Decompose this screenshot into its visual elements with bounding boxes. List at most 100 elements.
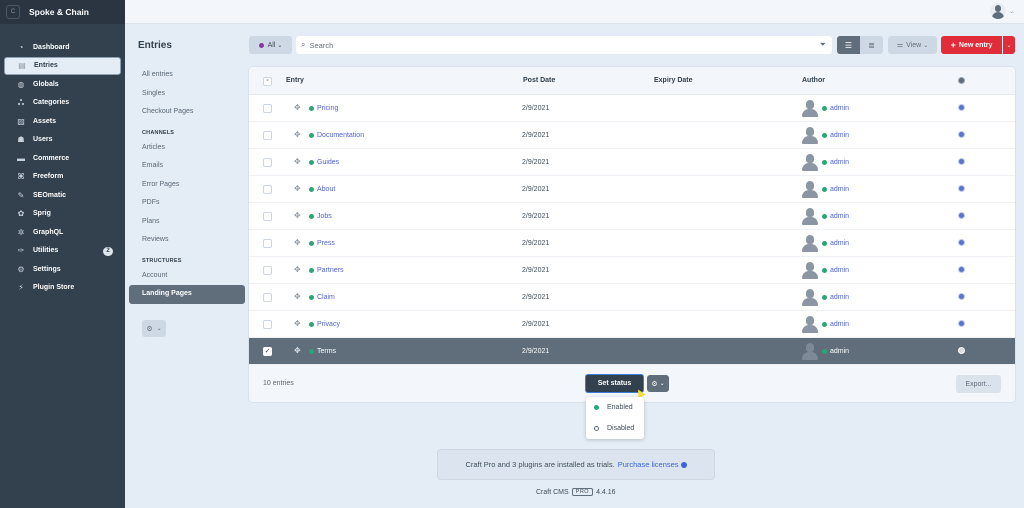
- move-handle-icon[interactable]: ✥: [294, 238, 301, 247]
- nav-item-globals[interactable]: ◍ Globals: [4, 75, 121, 94]
- move-handle-icon[interactable]: ✥: [294, 265, 301, 274]
- move-handle-icon[interactable]: ✥: [294, 103, 301, 112]
- entry-title[interactable]: Terms: [309, 348, 336, 355]
- user-avatar-icon[interactable]: [989, 3, 1006, 19]
- source-error-pages[interactable]: Error Pages: [129, 176, 245, 195]
- table-row[interactable]: ✥ About 2/9/2021 admin: [249, 176, 1015, 203]
- globe-icon[interactable]: [958, 212, 965, 219]
- site-header[interactable]: C Spoke & Chain: [0, 0, 125, 24]
- globe-icon[interactable]: [958, 239, 965, 246]
- nav-item-plugin-store[interactable]: ⚡ Plugin Store: [4, 279, 121, 298]
- move-handle-icon[interactable]: ✥: [294, 157, 301, 166]
- column-header-author[interactable]: Author: [802, 77, 825, 84]
- move-handle-icon[interactable]: ✥: [294, 130, 301, 139]
- source-emails[interactable]: Emails: [129, 157, 245, 176]
- entry-title-link[interactable]: Documentation: [317, 132, 364, 139]
- author-link[interactable]: admin: [830, 267, 849, 274]
- table-row[interactable]: ✓ ✥ Terms 2/9/2021 admin: [249, 338, 1015, 365]
- table-row[interactable]: ✥ Pricing 2/9/2021 admin: [249, 95, 1015, 122]
- nav-item-dashboard[interactable]: ◔ Dashboard: [4, 38, 121, 57]
- source-all-entries[interactable]: All entries: [129, 66, 245, 85]
- source-pdfs[interactable]: PDFs: [129, 194, 245, 213]
- author-link[interactable]: admin: [830, 159, 849, 166]
- source-singles[interactable]: Singles: [129, 85, 245, 104]
- menu-item-enabled[interactable]: Enabled: [586, 397, 644, 418]
- author-link[interactable]: admin: [830, 105, 849, 112]
- user-menu[interactable]: ⌄: [989, 3, 1014, 19]
- actions-menu-button[interactable]: ⚙ ⌄: [647, 375, 669, 392]
- globe-icon[interactable]: [958, 293, 965, 300]
- source-account[interactable]: Account: [129, 267, 245, 286]
- filter-icon[interactable]: ⏷: [820, 40, 826, 50]
- move-handle-icon[interactable]: ✥: [294, 211, 301, 220]
- nav-item-seomatic[interactable]: ✎ SEOmatic: [4, 186, 121, 205]
- globe-icon[interactable]: [958, 185, 965, 192]
- view-options-button[interactable]: ⚌ View ⌄: [888, 36, 937, 54]
- entry-title-link[interactable]: Pricing: [317, 105, 338, 112]
- author-link[interactable]: admin: [830, 132, 849, 139]
- nav-item-entries[interactable]: ▤ Entries: [4, 56, 121, 75]
- column-header-expiry-date[interactable]: Expiry Date: [654, 77, 693, 84]
- site-name[interactable]: Spoke & Chain: [29, 7, 89, 17]
- nav-item-freeform[interactable]: ⌘ Freeform: [4, 168, 121, 187]
- globe-icon[interactable]: [958, 158, 965, 165]
- entry-title-link[interactable]: Privacy: [317, 321, 340, 328]
- globe-icon[interactable]: [958, 347, 965, 354]
- entry-title[interactable]: Guides: [309, 159, 339, 166]
- author-link[interactable]: admin: [830, 213, 849, 220]
- row-checkbox[interactable]: [263, 239, 272, 248]
- row-checkbox[interactable]: [263, 131, 272, 140]
- entry-title-link[interactable]: Press: [317, 240, 335, 247]
- author-link[interactable]: admin: [830, 348, 849, 355]
- table-view-button[interactable]: ≣: [860, 36, 883, 54]
- row-checkbox[interactable]: [263, 185, 272, 194]
- entry-title[interactable]: Claim: [309, 294, 335, 301]
- column-header-post-date[interactable]: Post Date: [523, 77, 555, 84]
- entry-title-link[interactable]: Terms: [317, 348, 336, 355]
- row-checkbox[interactable]: [263, 104, 272, 113]
- globe-icon[interactable]: [958, 320, 965, 327]
- nav-item-commerce[interactable]: ▬ Commerce: [4, 149, 121, 168]
- author-link[interactable]: admin: [830, 186, 849, 193]
- status-filter-button[interactable]: All ⌄: [249, 36, 292, 54]
- source-reviews[interactable]: Reviews: [129, 231, 245, 250]
- author-link[interactable]: admin: [830, 294, 849, 301]
- structure-view-button[interactable]: ☰: [837, 36, 860, 54]
- entry-title-link[interactable]: Claim: [317, 294, 335, 301]
- entry-title[interactable]: Jobs: [309, 213, 332, 220]
- nav-item-users[interactable]: ☗ Users: [4, 131, 121, 150]
- nav-item-sprig[interactable]: ✿ Sprig: [4, 205, 121, 224]
- move-handle-icon[interactable]: ✥: [294, 319, 301, 328]
- entry-title-link[interactable]: Jobs: [317, 213, 332, 220]
- row-checkbox[interactable]: ✓: [263, 347, 272, 356]
- row-checkbox[interactable]: [263, 293, 272, 302]
- table-row[interactable]: ✥ Press 2/9/2021 admin: [249, 230, 1015, 257]
- column-header-entry[interactable]: Entry: [286, 77, 304, 84]
- author-link[interactable]: admin: [830, 240, 849, 247]
- table-row[interactable]: ✥ Privacy 2/9/2021 admin: [249, 311, 1015, 338]
- entry-title-link[interactable]: About: [317, 186, 335, 193]
- author-link[interactable]: admin: [830, 321, 849, 328]
- source-plans[interactable]: Plans: [129, 213, 245, 232]
- search-field[interactable]: ⌕ ⏷: [296, 36, 832, 54]
- new-entry-button[interactable]: + New entry: [941, 36, 1002, 54]
- nav-item-utilities[interactable]: ✑ Utilities 2: [4, 242, 121, 261]
- source-settings-button[interactable]: ⚙ ⌄: [142, 320, 166, 337]
- row-checkbox[interactable]: [263, 266, 272, 275]
- row-checkbox[interactable]: [263, 212, 272, 221]
- source-landing-pages[interactable]: Landing Pages: [129, 285, 245, 304]
- entry-title[interactable]: Partners: [309, 267, 343, 274]
- row-checkbox[interactable]: [263, 158, 272, 167]
- entry-title-link[interactable]: Guides: [317, 159, 339, 166]
- nav-item-categories[interactable]: ஃ Categories: [4, 94, 121, 113]
- nav-item-settings[interactable]: ⚙ Settings: [4, 260, 121, 279]
- globe-icon[interactable]: [958, 104, 965, 111]
- entry-title-link[interactable]: Partners: [317, 267, 343, 274]
- new-entry-menu-button[interactable]: ⌄: [1003, 36, 1015, 54]
- source-articles[interactable]: Articles: [129, 139, 245, 158]
- entry-title[interactable]: Documentation: [309, 132, 364, 139]
- table-row[interactable]: ✥ Partners 2/9/2021 admin: [249, 257, 1015, 284]
- globe-icon[interactable]: [958, 266, 965, 273]
- entry-title[interactable]: About: [309, 186, 335, 193]
- table-row[interactable]: ✥ Claim 2/9/2021 admin: [249, 284, 1015, 311]
